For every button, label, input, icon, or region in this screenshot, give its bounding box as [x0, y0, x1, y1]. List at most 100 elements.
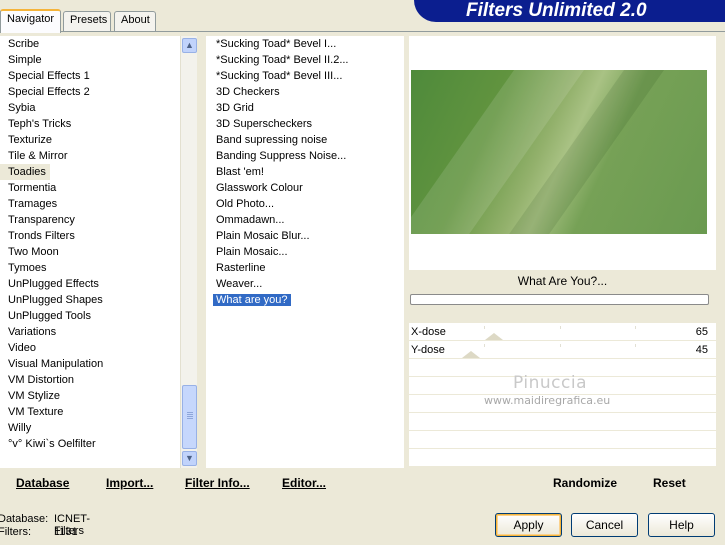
- category-item[interactable]: VM Texture: [0, 404, 180, 420]
- status-filters-label: Filters:: [0, 526, 31, 538]
- filter-item[interactable]: *Sucking Toad* Bevel III...: [206, 68, 404, 84]
- database-button[interactable]: Database: [16, 476, 69, 490]
- category-item[interactable]: Sybia: [0, 100, 180, 116]
- category-list[interactable]: Scribe Simple Special Effects 1 Special Eff…: [0, 36, 180, 468]
- filter-item[interactable]: What are you?: [206, 292, 404, 308]
- tab-strip-border: [0, 31, 725, 32]
- filter-item-label: Glasswork Colour: [216, 182, 303, 194]
- filter-item-label: Plain Mosaic...: [216, 246, 288, 258]
- randomize-button[interactable]: Randomize: [553, 476, 617, 490]
- grip-icon: [187, 412, 193, 413]
- filter-item[interactable]: 3D Grid: [206, 100, 404, 116]
- scrollbar-thumb[interactable]: [182, 385, 197, 449]
- filter-info-button-label: Filter Info...: [185, 476, 250, 490]
- filter-item-label: Rasterline: [216, 262, 266, 274]
- help-button[interactable]: Help: [648, 513, 715, 537]
- category-item[interactable]: Special Effects 1: [0, 68, 180, 84]
- filter-item[interactable]: Weaver...: [206, 276, 404, 292]
- filter-item[interactable]: 3D Checkers: [206, 84, 404, 100]
- filter-item[interactable]: Glasswork Colour: [206, 180, 404, 196]
- category-item[interactable]: Willy: [0, 420, 180, 436]
- slider-thumb[interactable]: [485, 333, 503, 340]
- app-banner: Filters Unlimited 2.0: [414, 0, 725, 22]
- param-empty-row: [409, 431, 716, 449]
- category-item[interactable]: Video: [0, 340, 180, 356]
- category-item[interactable]: Special Effects 2: [0, 84, 180, 100]
- status-filters: Filters: 1131: [0, 526, 78, 538]
- filter-item-label: Ommadawn...: [216, 214, 285, 226]
- category-item[interactable]: Toadies: [0, 164, 50, 180]
- category-item[interactable]: Tormentia: [0, 180, 180, 196]
- tab-about[interactable]: About: [114, 11, 156, 31]
- category-item[interactable]: Transparency: [0, 212, 180, 228]
- param-slider-y-dose[interactable]: Y-dose 45: [409, 341, 716, 359]
- watermark-url: www.maidiregrafica.eu: [484, 394, 611, 407]
- category-item[interactable]: Scribe: [0, 36, 180, 52]
- category-item[interactable]: Simple: [0, 52, 180, 68]
- filter-item[interactable]: Plain Mosaic...: [206, 244, 404, 260]
- slider-thumb[interactable]: [462, 351, 480, 358]
- import-button[interactable]: Import...: [106, 476, 153, 490]
- category-item[interactable]: Tramages: [0, 196, 180, 212]
- progress-bar: [410, 294, 709, 305]
- filter-item[interactable]: Banding Suppress Noise...: [206, 148, 404, 164]
- category-item[interactable]: °v° Kiwi`s Oelfilter: [0, 436, 180, 452]
- param-slider-x-dose[interactable]: X-dose 65: [409, 323, 716, 341]
- filter-item[interactable]: Blast 'em!: [206, 164, 404, 180]
- category-item[interactable]: UnPlugged Tools: [0, 308, 180, 324]
- filter-item[interactable]: Ommadawn...: [206, 212, 404, 228]
- filter-item[interactable]: Old Photo...: [206, 196, 404, 212]
- param-label: Y-dose: [411, 344, 445, 356]
- editor-button[interactable]: Editor...: [282, 476, 326, 490]
- category-item[interactable]: Tile & Mirror: [0, 148, 180, 164]
- filter-item-label: Blast 'em!: [216, 166, 264, 178]
- filter-item[interactable]: Band supressing noise: [206, 132, 404, 148]
- chevron-down-icon[interactable]: ▼: [182, 451, 197, 466]
- filter-item-label: Band supressing noise: [216, 134, 328, 146]
- param-empty-row: [409, 449, 716, 467]
- category-item[interactable]: Tronds Filters: [0, 228, 180, 244]
- chevron-up-icon[interactable]: ▲: [182, 38, 197, 53]
- filter-list[interactable]: *Sucking Toad* Bevel I... *Sucking Toad* …: [206, 36, 404, 468]
- watermark-title: Pinuccia: [513, 373, 587, 393]
- apply-button[interactable]: Apply: [495, 513, 562, 537]
- category-item[interactable]: VM Distortion: [0, 372, 180, 388]
- filter-item[interactable]: Plain Mosaic Blur...: [206, 228, 404, 244]
- category-item[interactable]: Two Moon: [0, 244, 180, 260]
- category-item[interactable]: UnPlugged Effects: [0, 276, 180, 292]
- filter-info-button[interactable]: Filter Info...: [185, 476, 250, 490]
- param-value: 45: [695, 344, 708, 356]
- tab-presets[interactable]: Presets: [63, 11, 111, 31]
- status-database-label: Database:: [0, 513, 49, 525]
- slider-ticks: [409, 326, 716, 329]
- param-empty-row: [409, 413, 716, 431]
- param-value: 65: [695, 326, 708, 338]
- category-item[interactable]: UnPlugged Shapes: [0, 292, 180, 308]
- category-scrollbar[interactable]: ▲ ▼: [180, 36, 197, 468]
- filter-item-label: 3D Superscheckers: [216, 118, 312, 130]
- filter-item[interactable]: 3D Superscheckers: [206, 116, 404, 132]
- tab-navigator[interactable]: Navigator: [0, 9, 61, 33]
- category-item[interactable]: Tymoes: [0, 260, 180, 276]
- filter-item-label: Old Photo...: [216, 198, 275, 210]
- preview-image[interactable]: [411, 70, 707, 234]
- filter-item-label: *Sucking Toad* Bevel II.2...: [216, 54, 349, 66]
- filter-item-label: Weaver...: [216, 278, 263, 290]
- filter-item-label: 3D Grid: [216, 102, 254, 114]
- filter-item-label: Banding Suppress Noise...: [216, 150, 347, 162]
- filter-item[interactable]: *Sucking Toad* Bevel I...: [206, 36, 404, 52]
- category-item[interactable]: VM Stylize: [0, 388, 180, 404]
- filter-item[interactable]: *Sucking Toad* Bevel II.2...: [206, 52, 404, 68]
- category-item[interactable]: Variations: [0, 324, 180, 340]
- category-item[interactable]: Teph's Tricks: [0, 116, 180, 132]
- category-item[interactable]: Visual Manipulation: [0, 356, 180, 372]
- reset-button[interactable]: Reset: [653, 476, 686, 490]
- filter-item-label: What are you?: [213, 294, 291, 306]
- cancel-button[interactable]: Cancel: [571, 513, 638, 537]
- filter-item-label: *Sucking Toad* Bevel I...: [216, 38, 337, 50]
- param-label: X-dose: [411, 326, 446, 338]
- app-title: Filters Unlimited 2.0: [466, 0, 647, 21]
- filter-item[interactable]: Rasterline: [206, 260, 404, 276]
- database-button-label: Database: [16, 476, 70, 490]
- category-item[interactable]: Texturize: [0, 132, 180, 148]
